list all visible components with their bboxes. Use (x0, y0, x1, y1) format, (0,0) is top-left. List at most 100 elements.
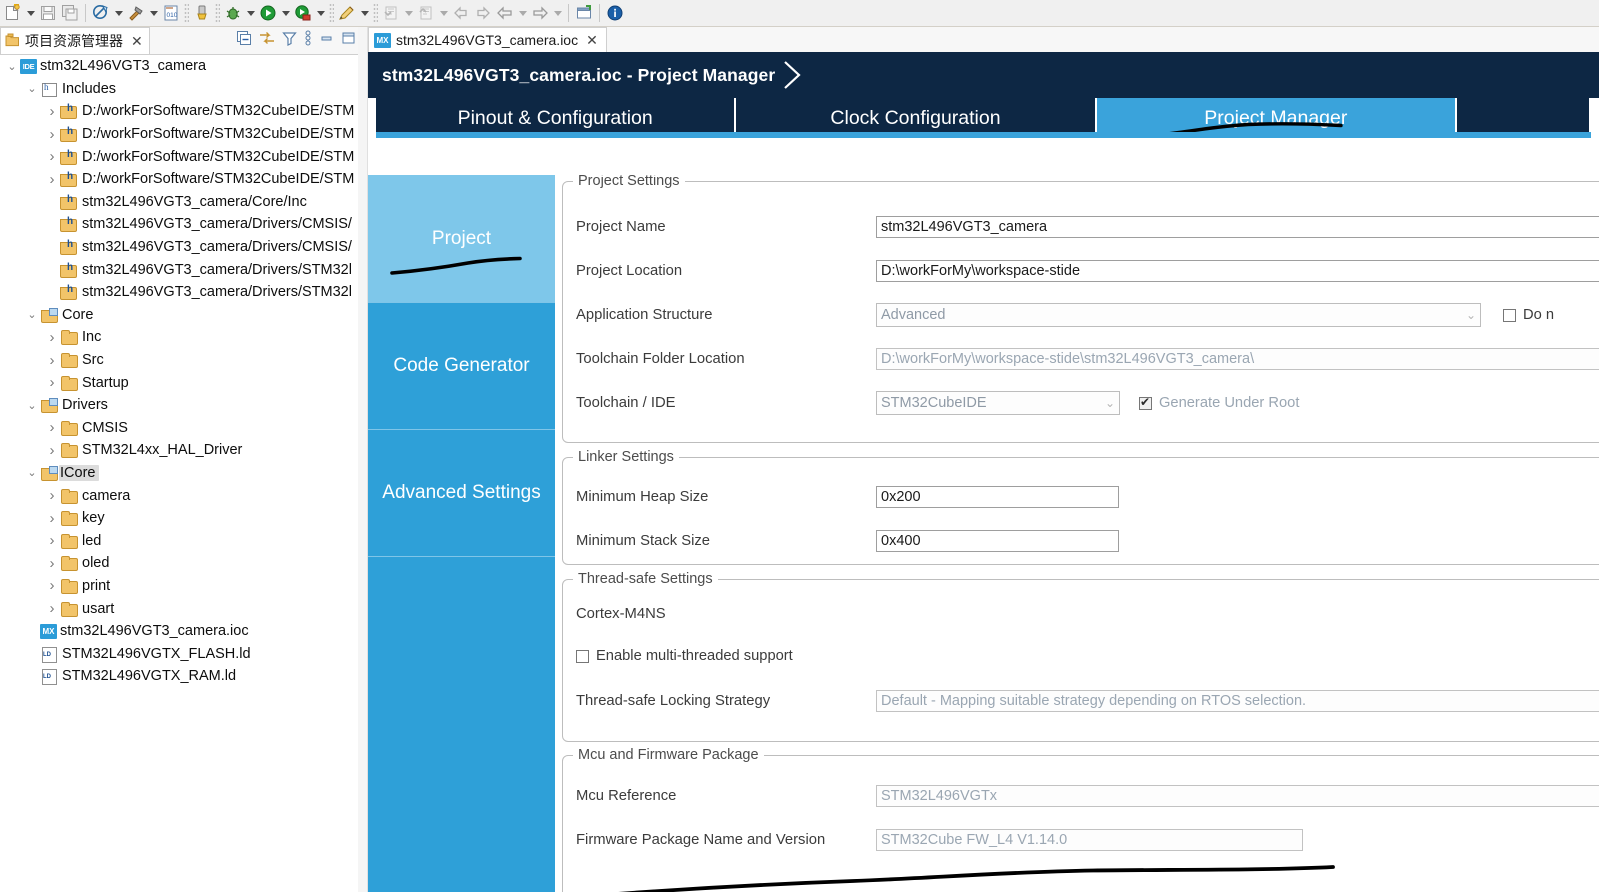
new-file-dropdown-arrow[interactable] (24, 2, 37, 24)
project-name-input[interactable]: stm32L496VGT3_camera (876, 216, 1599, 238)
collapse-all-icon[interactable] (237, 30, 252, 51)
tree-item[interactable]: › D:/workForSoftware/STM32CubeIDE/STM (0, 145, 358, 168)
tree-item[interactable]: › oled (0, 552, 358, 575)
enable-multithread-checkbox[interactable] (576, 649, 589, 663)
new-window-icon[interactable] (573, 2, 595, 24)
toolbar-run[interactable] (257, 1, 292, 25)
tree-item[interactable]: stm32L496VGT3_camera/Core/Inc (0, 191, 358, 214)
firmware-package-input[interactable]: STM32Cube FW_L4 V1.14.0 (876, 829, 1303, 851)
twisty-collapsed-icon[interactable]: › (44, 419, 60, 436)
tree-item[interactable]: › Src (0, 349, 358, 372)
toolbar-forward[interactable] (529, 1, 564, 25)
tree-item[interactable]: stm32L496VGT3_camera/Drivers/CMSIS/ (0, 213, 358, 236)
tree-item[interactable]: stm32L496VGT3_camera/Drivers/STM32l (0, 281, 358, 304)
toolbar-prev-annotation[interactable] (380, 1, 415, 25)
forward-dropdown-arrow[interactable] (551, 2, 564, 24)
previous-annotation-icon[interactable] (380, 2, 402, 24)
run-dropdown-arrow[interactable] (279, 2, 292, 24)
toolbar-build[interactable] (125, 1, 160, 25)
toolbar-back[interactable] (494, 1, 529, 25)
profile-icon[interactable] (292, 2, 314, 24)
twisty-collapsed-icon[interactable]: › (44, 103, 60, 120)
category-code-generator[interactable]: Code Generator (368, 303, 555, 430)
tree-item[interactable]: › print (0, 575, 358, 598)
toolbar-new-file[interactable] (2, 1, 37, 25)
twisty-collapsed-icon[interactable]: › (44, 532, 60, 549)
panel-divider[interactable] (358, 27, 368, 892)
twisty-expanded-icon[interactable]: ⌄ (4, 60, 20, 73)
tree-item[interactable]: ⌄ Includes (0, 78, 358, 101)
forward-small-icon[interactable] (472, 2, 494, 24)
tree-item[interactable]: ⌄ Core (0, 304, 358, 327)
build-all-dropdown-arrow[interactable] (112, 2, 125, 24)
twisty-collapsed-icon[interactable]: › (44, 600, 60, 617)
min-stack-input[interactable]: 0x400 (876, 530, 1119, 552)
twisty-expanded-icon[interactable]: ⌄ (24, 82, 40, 95)
toolchain-folder-input[interactable]: D:\workForMy\workspace-stide\stm32L496VG… (876, 348, 1599, 370)
twisty-expanded-icon[interactable]: ⌄ (24, 308, 40, 321)
pencil-icon[interactable] (336, 2, 358, 24)
next-annotation-icon[interactable] (415, 2, 437, 24)
locking-strategy-select[interactable]: Default - Mapping suitable strategy depe… (876, 690, 1599, 712)
tree-item[interactable]: stm32L496VGT3_camera/Drivers/STM32l (0, 258, 358, 281)
run-icon[interactable] (257, 2, 279, 24)
build-dropdown-arrow[interactable] (147, 2, 160, 24)
twisty-expanded-icon[interactable]: ⌄ (24, 399, 40, 412)
tree-item[interactable]: › usart (0, 597, 358, 620)
twisty-collapsed-icon[interactable]: › (44, 555, 60, 572)
tree-item[interactable]: › D:/workForSoftware/STM32CubeIDE/STM (0, 100, 358, 123)
tree-item[interactable]: STM32L496VGTX_FLASH.ld (0, 642, 358, 665)
back-dropdown-arrow[interactable] (516, 2, 529, 24)
back-icon[interactable] (494, 2, 516, 24)
generate-under-root-checkbox[interactable] (1139, 395, 1152, 410)
build-all-icon[interactable] (90, 2, 112, 24)
information-icon[interactable] (604, 2, 626, 24)
profile-dropdown-arrow[interactable] (314, 2, 327, 24)
application-structure-select[interactable]: Advanced ⌄ (876, 303, 1481, 327)
twisty-collapsed-icon[interactable]: › (44, 126, 60, 143)
toolchain-ide-select[interactable]: STM32CubeIDE ⌄ (876, 391, 1120, 415)
debug-bug-icon[interactable] (222, 2, 244, 24)
debug-configurations-icon[interactable] (191, 2, 213, 24)
tree-item[interactable]: MX stm32L496VGT3_camera.ioc (0, 620, 358, 643)
tree-item[interactable]: ⌄ IDE stm32L496VGT3_camera (0, 55, 358, 78)
new-file-icon[interactable] (2, 2, 24, 24)
tree-item[interactable]: › Startup (0, 371, 358, 394)
editor-tab-close-icon[interactable]: ✕ (586, 32, 598, 49)
minimize-icon[interactable] (319, 31, 334, 50)
editor-tab-ioc[interactable]: MX stm32L496VGT3_camera.ioc ✕ (368, 27, 607, 52)
debug-dropdown-arrow[interactable] (244, 2, 257, 24)
back-small-icon[interactable] (450, 2, 472, 24)
save-all-icon[interactable] (59, 2, 81, 24)
project-location-input[interactable]: D:\workForMy\workspace-stide (876, 260, 1599, 282)
tree-item[interactable]: › CMSIS (0, 417, 358, 440)
tree-item[interactable]: › led (0, 529, 358, 552)
twisty-collapsed-icon[interactable]: › (44, 374, 60, 391)
mcu-reference-input[interactable]: STM32L496VGTx (876, 785, 1599, 807)
maximize-icon[interactable] (341, 31, 356, 50)
tree-item[interactable]: › D:/workForSoftware/STM32CubeIDE/STM (0, 168, 358, 191)
toggle-hex-icon[interactable]: 010 (160, 2, 182, 24)
prev-annotation-dropdown-arrow[interactable] (402, 2, 415, 24)
tree-item[interactable]: › camera (0, 484, 358, 507)
toolbar-debug[interactable] (222, 1, 257, 25)
tree-item[interactable]: › Inc (0, 326, 358, 349)
project-tree[interactable]: ⌄IDEstm32L496VGT3_camera⌄Includes›D:/wor… (0, 55, 358, 892)
view-menu-icon[interactable] (304, 30, 312, 51)
tree-item[interactable]: ⌄ Drivers (0, 394, 358, 417)
min-heap-input[interactable]: 0x200 (876, 486, 1119, 508)
twisty-expanded-icon[interactable]: ⌄ (24, 466, 40, 479)
category-project[interactable]: Project (368, 175, 555, 303)
category-advanced-settings[interactable]: Advanced Settings (368, 430, 555, 557)
tree-item[interactable]: stm32L496VGT3_camera/Drivers/CMSIS/ (0, 236, 358, 259)
tree-item[interactable]: › key (0, 507, 358, 530)
project-explorer-tab[interactable]: 项目资源管理器 ✕ (0, 27, 150, 54)
twisty-collapsed-icon[interactable]: › (44, 577, 60, 594)
twisty-collapsed-icon[interactable]: › (44, 487, 60, 504)
twisty-collapsed-icon[interactable]: › (44, 510, 60, 527)
tree-item[interactable]: STM32L496VGTX_RAM.ld (0, 665, 358, 688)
tree-item[interactable]: ⌄ ICore (0, 462, 358, 485)
project-explorer-tab-close-icon[interactable]: ✕ (131, 33, 143, 50)
toolbar-build-all[interactable] (90, 1, 125, 25)
build-hammer-icon[interactable] (125, 2, 147, 24)
